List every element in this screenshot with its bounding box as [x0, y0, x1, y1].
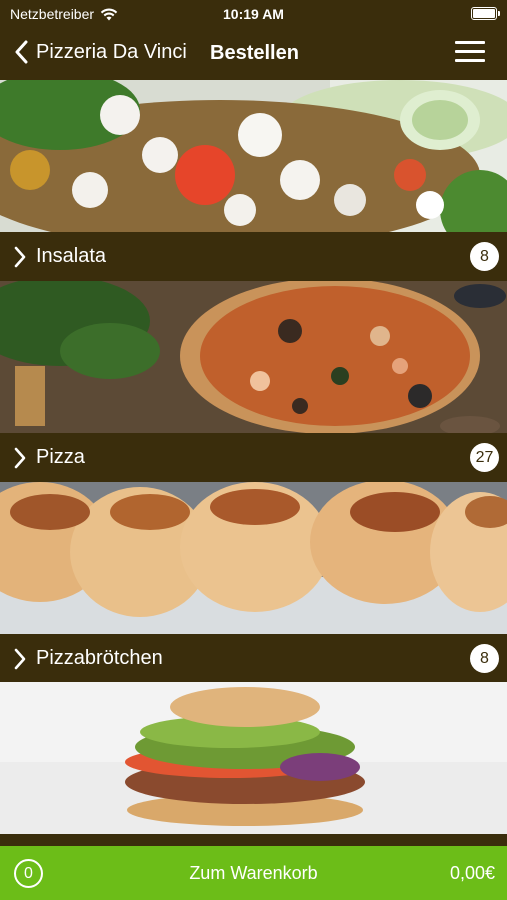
item-count-badge: 8 [470, 242, 499, 271]
status-bar: Netzbetreiber 10:19 AM [0, 0, 507, 28]
cart-bar[interactable]: 0 Zum Warenkorb 0,00€ [0, 846, 507, 900]
battery-fill [473, 9, 495, 18]
hamburger-menu-icon[interactable] [455, 41, 485, 63]
category-insalata[interactable]: Insalata 8 [0, 80, 507, 281]
category-bar[interactable]: Pizza 27 [0, 433, 507, 482]
category-label: Pizza [36, 446, 85, 468]
salad-photo [0, 80, 507, 232]
category-bar[interactable]: Insalata 8 [0, 232, 507, 281]
category-label: Pizzabrötchen [36, 647, 163, 669]
category-label: Insalata [36, 245, 107, 267]
item-count-badge: 8 [470, 644, 499, 673]
battery-nub [498, 11, 500, 16]
back-button[interactable]: Pizzeria Da Vinci [14, 40, 187, 64]
nav-bar: Pizzeria Da Vinci Bestellen [0, 28, 507, 80]
battery-icon [471, 7, 500, 20]
chevron-right-icon [14, 246, 26, 267]
status-time: 10:19 AM [223, 6, 284, 22]
pizza-photo [0, 281, 507, 433]
chevron-right-icon [14, 648, 26, 669]
item-count-badge: 27 [470, 443, 499, 472]
cart-button-label: Zum Warenkorb [189, 862, 318, 883]
doner-sandwich-photo [0, 682, 507, 834]
pizza-rolls-photo [0, 482, 507, 634]
category-pizza[interactable]: Pizza 27 [0, 281, 507, 482]
page-title: Bestellen [210, 42, 299, 64]
category-pizzabroetchen[interactable]: Pizzabrötchen 8 [0, 482, 507, 683]
back-label: Pizzeria Da Vinci [36, 40, 187, 63]
chevron-left-icon [15, 40, 28, 64]
chevron-right-icon [14, 447, 26, 468]
cart-total: 0,00€ [449, 862, 495, 883]
category-bar[interactable]: Pizzabrötchen 8 [0, 634, 507, 683]
